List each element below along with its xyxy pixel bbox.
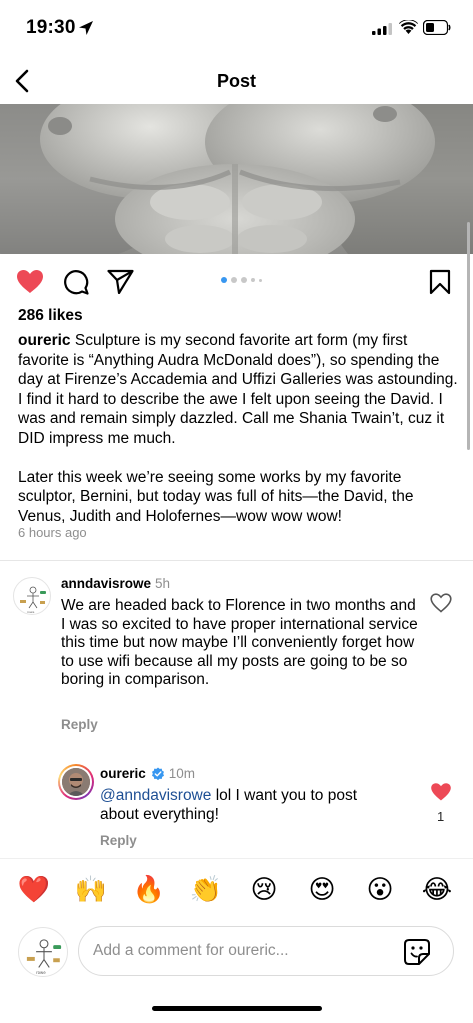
paper-plane-icon[interactable] — [107, 269, 134, 294]
emoji-surprised[interactable]: 😮 — [362, 872, 398, 908]
reply-button[interactable]: Reply — [61, 717, 98, 732]
caption-text: Sculpture is my second favorite art form… — [18, 332, 458, 447]
comment-bubble-icon[interactable] — [63, 269, 89, 295]
comment-input-container — [78, 926, 454, 976]
nav-bar: Post — [0, 58, 473, 104]
emoji-clapping[interactable]: 👏 — [188, 872, 224, 908]
carousel-dot — [241, 277, 247, 283]
post-actions — [0, 254, 473, 306]
story-avatar[interactable] — [58, 764, 94, 800]
post-image[interactable] — [0, 104, 473, 254]
location-arrow-icon — [79, 21, 93, 35]
wifi-icon — [399, 20, 418, 34]
carousel-dot — [251, 278, 255, 282]
avatar[interactable]: rowe — [13, 577, 51, 615]
avatar-inner — [60, 766, 92, 798]
emoji-heart[interactable]: ❤️ — [16, 872, 52, 908]
heart-filled-icon[interactable] — [16, 269, 44, 294]
svg-text:rowe: rowe — [27, 610, 34, 614]
heart-filled-icon[interactable] — [430, 782, 452, 802]
home-indicator[interactable] — [152, 1006, 322, 1011]
carousel-dots — [221, 276, 262, 284]
signal-icon — [372, 23, 392, 35]
battery-icon — [423, 20, 451, 35]
emoji-crying[interactable]: 😢 — [246, 872, 282, 908]
status-time: 19:30 — [26, 17, 76, 38]
like-count[interactable]: 286 likes — [18, 307, 83, 325]
divider — [0, 560, 473, 561]
status-bar: 19:30 — [0, 0, 473, 58]
current-user-avatar: rowe — [18, 927, 68, 977]
comment-username-text[interactable]: oureric — [100, 766, 146, 781]
caption-username[interactable]: oureric — [18, 332, 71, 349]
mention-link[interactable]: @anndavisrowe — [100, 787, 211, 804]
sticker-icon[interactable] — [403, 938, 431, 966]
post-caption: oureric Sculpture is my second favorite … — [18, 331, 458, 546]
comment-username[interactable]: oureric 10m — [100, 766, 195, 781]
emoji-fire[interactable]: 🔥 — [131, 872, 167, 908]
heart-outline-icon[interactable] — [430, 593, 452, 613]
verified-badge-icon — [151, 767, 164, 780]
comment-time: 5h — [155, 576, 171, 591]
reply-button[interactable]: Reply — [100, 833, 137, 848]
emoji-raised-hands[interactable]: 🙌 — [73, 872, 109, 908]
page-title: Post — [216, 71, 256, 91]
carousel-dot-active — [221, 277, 227, 283]
sculpture-photo — [0, 104, 473, 254]
comment-username-text[interactable]: anndavisrowe — [61, 576, 151, 591]
carousel-dot — [231, 277, 237, 283]
comment-input[interactable] — [93, 927, 393, 975]
emoji-reaction-bar: ❤️ 🙌 🔥 👏 😢 😍 😮 😂 — [0, 872, 473, 912]
emoji-heart-eyes[interactable]: 😍 — [304, 872, 340, 908]
comment-like-count: 1 — [437, 809, 445, 824]
comment-time: 10m — [168, 766, 196, 781]
caption-text-second: Later this week we’re seeing some works … — [18, 468, 414, 525]
divider — [0, 858, 473, 859]
bookmark-icon[interactable] — [429, 269, 451, 295]
emoji-laughing[interactable]: 😂 — [419, 872, 455, 908]
comment-text: We are headed back to Florence in two mo… — [61, 597, 418, 688]
carousel-dot — [259, 278, 262, 282]
comment-text: @anndavisrowe lol I want you to post abo… — [100, 787, 400, 824]
avatar — [62, 768, 90, 796]
svg-text:rowe: rowe — [36, 970, 46, 975]
post-timestamp: 6 hours ago — [18, 525, 87, 540]
comment-username[interactable]: anndavisrowe 5h — [61, 576, 170, 591]
